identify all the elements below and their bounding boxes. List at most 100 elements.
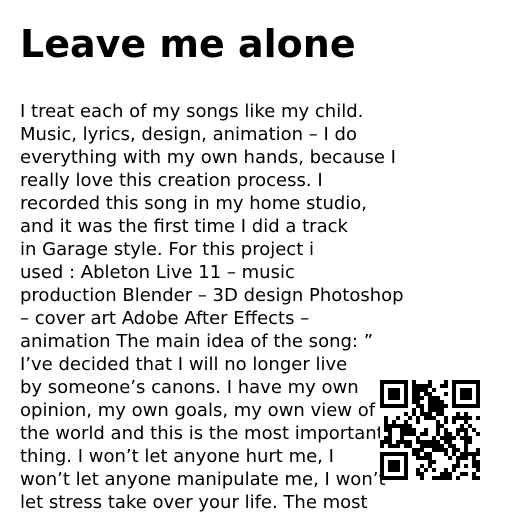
qr-module [456, 464, 460, 468]
qr-module [384, 428, 388, 432]
qr-module [440, 412, 444, 416]
qr-module [416, 468, 420, 472]
qr-module [440, 404, 444, 408]
body-line: I’ve decided that I will no longer live [20, 354, 348, 375]
qr-finder-module [456, 404, 460, 408]
qr-finder-module [404, 396, 408, 400]
qr-module [448, 472, 452, 476]
qr-module [472, 476, 476, 480]
qr-finder-module [452, 392, 456, 396]
qr-finder-module [456, 380, 460, 384]
qr-finder-module [380, 468, 384, 472]
qr-module [432, 448, 436, 452]
qr-module [412, 448, 416, 452]
qr-module [420, 444, 424, 448]
qr-module [420, 404, 424, 408]
qr-module [452, 468, 456, 472]
qr-module [424, 384, 428, 388]
qr-finder-module [404, 404, 408, 408]
qr-finder-module [384, 452, 388, 456]
qr-module [460, 452, 464, 456]
qr-code-icon[interactable] [380, 380, 480, 480]
qr-module [432, 408, 436, 412]
qr-module [424, 440, 428, 444]
qr-module [440, 472, 444, 476]
qr-module [420, 408, 424, 412]
qr-module [388, 432, 392, 436]
page: Leave me alone I treat each of my songs … [0, 0, 512, 512]
qr-module [472, 472, 476, 476]
qr-module [468, 424, 472, 428]
qr-module [444, 428, 448, 432]
qr-finder-module [392, 396, 396, 400]
qr-finder-module [380, 476, 384, 480]
qr-module [472, 456, 476, 460]
qr-module [400, 432, 404, 436]
qr-module [444, 380, 448, 384]
qr-module [392, 420, 396, 424]
qr-module [444, 452, 448, 456]
qr-module [412, 428, 416, 432]
qr-module [428, 408, 432, 412]
qr-finder-module [388, 460, 392, 464]
body-line: I treat each of my songs like my child. [20, 101, 364, 122]
qr-finder-module [472, 404, 476, 408]
qr-finder-module [396, 452, 400, 456]
qr-module [420, 440, 424, 444]
qr-module [416, 392, 420, 396]
qr-finder-module [404, 476, 408, 480]
body-line: production Blender – 3D design Photoshop [20, 285, 404, 306]
qr-finder-module [464, 404, 468, 408]
qr-module [436, 420, 440, 424]
body-line: used : Ableton Live 11 – music [20, 262, 295, 283]
qr-finder-module [380, 452, 384, 456]
qr-finder-module [400, 380, 404, 384]
qr-module [404, 428, 408, 432]
qr-module [456, 432, 460, 436]
qr-module [476, 416, 480, 420]
qr-module [436, 396, 440, 400]
qr-module [420, 476, 424, 480]
qr-module [396, 440, 400, 444]
qr-module [452, 448, 456, 452]
qr-module [404, 440, 408, 444]
qr-finder-module [452, 396, 456, 400]
qr-module [452, 436, 456, 440]
qr-module [436, 476, 440, 480]
qr-module [416, 452, 420, 456]
qr-finder-module [392, 476, 396, 480]
qr-module [436, 432, 440, 436]
qr-module [384, 440, 388, 444]
qr-module [448, 444, 452, 448]
qr-finder-module [452, 404, 456, 408]
qr-module [444, 440, 448, 444]
qr-finder-module [476, 392, 480, 396]
qr-module [448, 456, 452, 460]
qr-finder-module [476, 396, 480, 400]
qr-module [428, 416, 432, 420]
qr-module [456, 476, 460, 480]
qr-module [412, 392, 416, 396]
qr-module [476, 452, 480, 456]
qr-module [396, 416, 400, 420]
qr-module [424, 468, 428, 472]
qr-finder-module [388, 468, 392, 472]
qr-finder-module [384, 404, 388, 408]
qr-module [440, 400, 444, 404]
qr-module [432, 416, 436, 420]
qr-finder-module [396, 404, 400, 408]
qr-module [392, 424, 396, 428]
qr-module [420, 396, 424, 400]
qr-module [436, 408, 440, 412]
qr-module [388, 436, 392, 440]
qr-finder-module [392, 460, 396, 464]
qr-finder-module [380, 456, 384, 460]
qr-finder-module [388, 464, 392, 468]
qr-module [380, 444, 384, 448]
qr-finder-module [380, 404, 384, 408]
qr-module [404, 412, 408, 416]
qr-module [428, 392, 432, 396]
qr-module [440, 424, 444, 428]
qr-module [400, 440, 404, 444]
qr-module [456, 460, 460, 464]
